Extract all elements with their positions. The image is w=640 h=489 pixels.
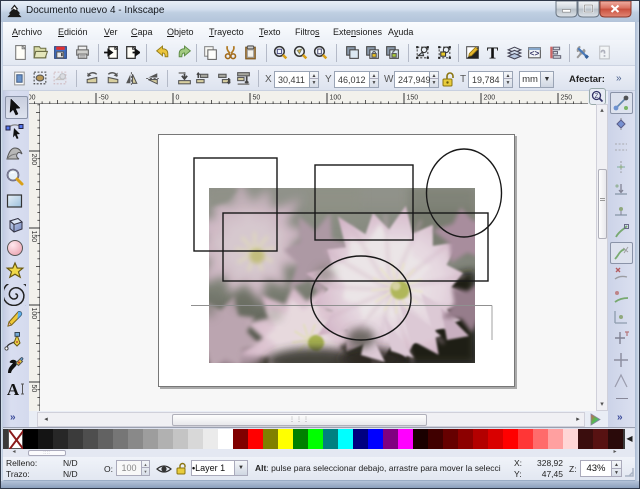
svg-text:T: T bbox=[487, 44, 499, 61]
svg-text:100: 100 bbox=[30, 308, 37, 320]
svg-text:150: 150 bbox=[407, 95, 419, 102]
svg-text:200: 200 bbox=[484, 95, 496, 102]
svg-text:-50: -50 bbox=[99, 95, 109, 102]
svg-text:100: 100 bbox=[330, 95, 342, 102]
svg-text:50: 50 bbox=[253, 95, 261, 102]
svg-text:<>: <> bbox=[530, 50, 540, 59]
svg-text:A: A bbox=[7, 380, 20, 399]
svg-text:50: 50 bbox=[30, 385, 37, 393]
svg-text:150: 150 bbox=[30, 231, 37, 243]
svg-text:Z: Z bbox=[595, 94, 599, 100]
svg-text:250: 250 bbox=[561, 95, 573, 102]
svg-text:200: 200 bbox=[30, 154, 37, 166]
svg-text:-100: -100 bbox=[29, 95, 36, 102]
svg-text:0: 0 bbox=[176, 95, 180, 102]
